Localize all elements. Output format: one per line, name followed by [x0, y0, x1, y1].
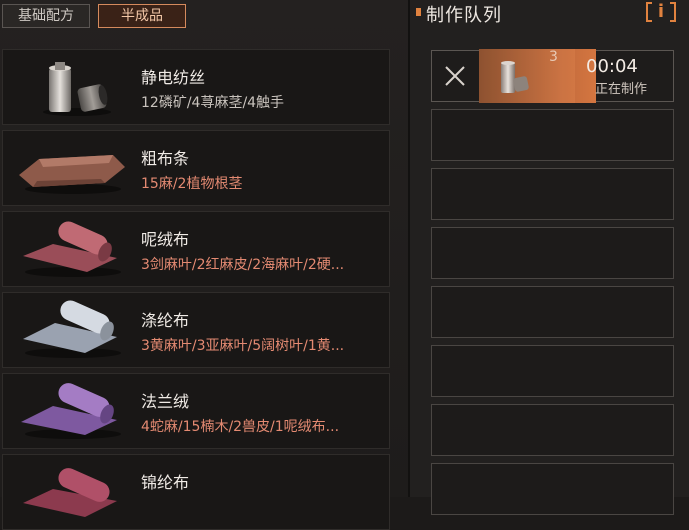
header-accent-mark [416, 8, 421, 16]
polyester-cloth-roll-icon [23, 300, 121, 358]
thread-spool-icon [43, 62, 111, 116]
recipe-ingredients: 3剑麻叶/2红麻皮/2海麻叶/2硬... [141, 257, 345, 273]
recipe-item-polyester-cloth[interactable]: 涤纶布 3黄麻叶/3亚麻叶/5阔树叶/1黄... [2, 292, 390, 368]
recipe-ingredients: 15麻/2植物根茎 [141, 176, 243, 192]
cancel-craft-icon[interactable] [436, 57, 474, 95]
recipe-name: 法兰绒 [141, 392, 190, 411]
info-button[interactable]: i [646, 2, 676, 24]
thread-spool-icon [501, 61, 529, 93]
recipe-name: 涤纶布 [141, 311, 190, 330]
recipe-name: 呢绒布 [141, 230, 190, 249]
info-icon: i [657, 1, 665, 22]
recipe-item-coarse-cloth-strip[interactable]: 粗布条 15麻/2植物根茎 [2, 130, 390, 206]
craft-quantity: 3 [549, 49, 558, 65]
recipe-item-electrospun-thread[interactable]: 静电纺丝 12磷矿/4荨麻茎/4触手 [2, 49, 390, 125]
recipe-ingredients: 3黄麻叶/3亚麻叶/5阔树叶/1黄... [141, 338, 345, 354]
recipe-name: 静电纺丝 [141, 68, 206, 87]
wool-cloth-roll-icon [23, 221, 121, 277]
queue-slot-empty[interactable] [431, 345, 674, 397]
recipe-name: 锦纶布 [141, 473, 190, 492]
recipe-panel: 基础配方 半成品 静电纺丝 12磷矿/4荨麻茎/4触手 粗布条 15麻/2植物根… [0, 0, 408, 530]
queue-slot-empty[interactable] [431, 463, 674, 515]
queue-slot-active[interactable]: 3 00:04 正在制作 [431, 49, 674, 103]
cloth-strip-icon [19, 155, 125, 194]
tab-basic-recipes[interactable]: 基础配方 [2, 4, 90, 28]
flannel-roll-icon [21, 383, 121, 439]
nylon-cloth-roll-icon [23, 468, 117, 517]
queue-slot-empty[interactable] [431, 227, 674, 279]
queue-slot-empty[interactable] [431, 109, 674, 161]
crafting-queue-panel: 制作队列 i 3 00:04 正在制作 [410, 0, 689, 515]
craft-time-remaining: 00:04 [586, 56, 638, 77]
recipe-name: 粗布条 [141, 149, 190, 168]
tab-semi-finished[interactable]: 半成品 [98, 4, 186, 28]
bracket-right-icon [670, 2, 676, 22]
active-craft-item: 3 [479, 49, 596, 103]
queue-slot-empty[interactable] [431, 404, 674, 456]
recipe-item-nylon-cloth[interactable]: 锦纶布 [2, 454, 390, 530]
recipe-ingredients: 12磷矿/4荨麻茎/4触手 [141, 95, 285, 111]
queue-slot-empty[interactable] [431, 286, 674, 338]
bracket-left-icon [646, 2, 652, 22]
recipe-tabs: 基础配方 半成品 [0, 0, 408, 32]
queue-header: 制作队列 i [410, 0, 689, 28]
recipe-item-wool-cloth[interactable]: 呢绒布 3剑麻叶/2红麻皮/2海麻叶/2硬... [2, 211, 390, 287]
recipe-ingredients: 4蛇麻/15楠木/2兽皮/1呢绒布... [141, 419, 340, 435]
queue-slot-empty[interactable] [431, 168, 674, 220]
craft-status: 正在制作 [595, 82, 648, 97]
queue-title: 制作队列 [426, 5, 502, 26]
recipe-item-flannel[interactable]: 法兰绒 4蛇麻/15楠木/2兽皮/1呢绒布... [2, 373, 390, 449]
